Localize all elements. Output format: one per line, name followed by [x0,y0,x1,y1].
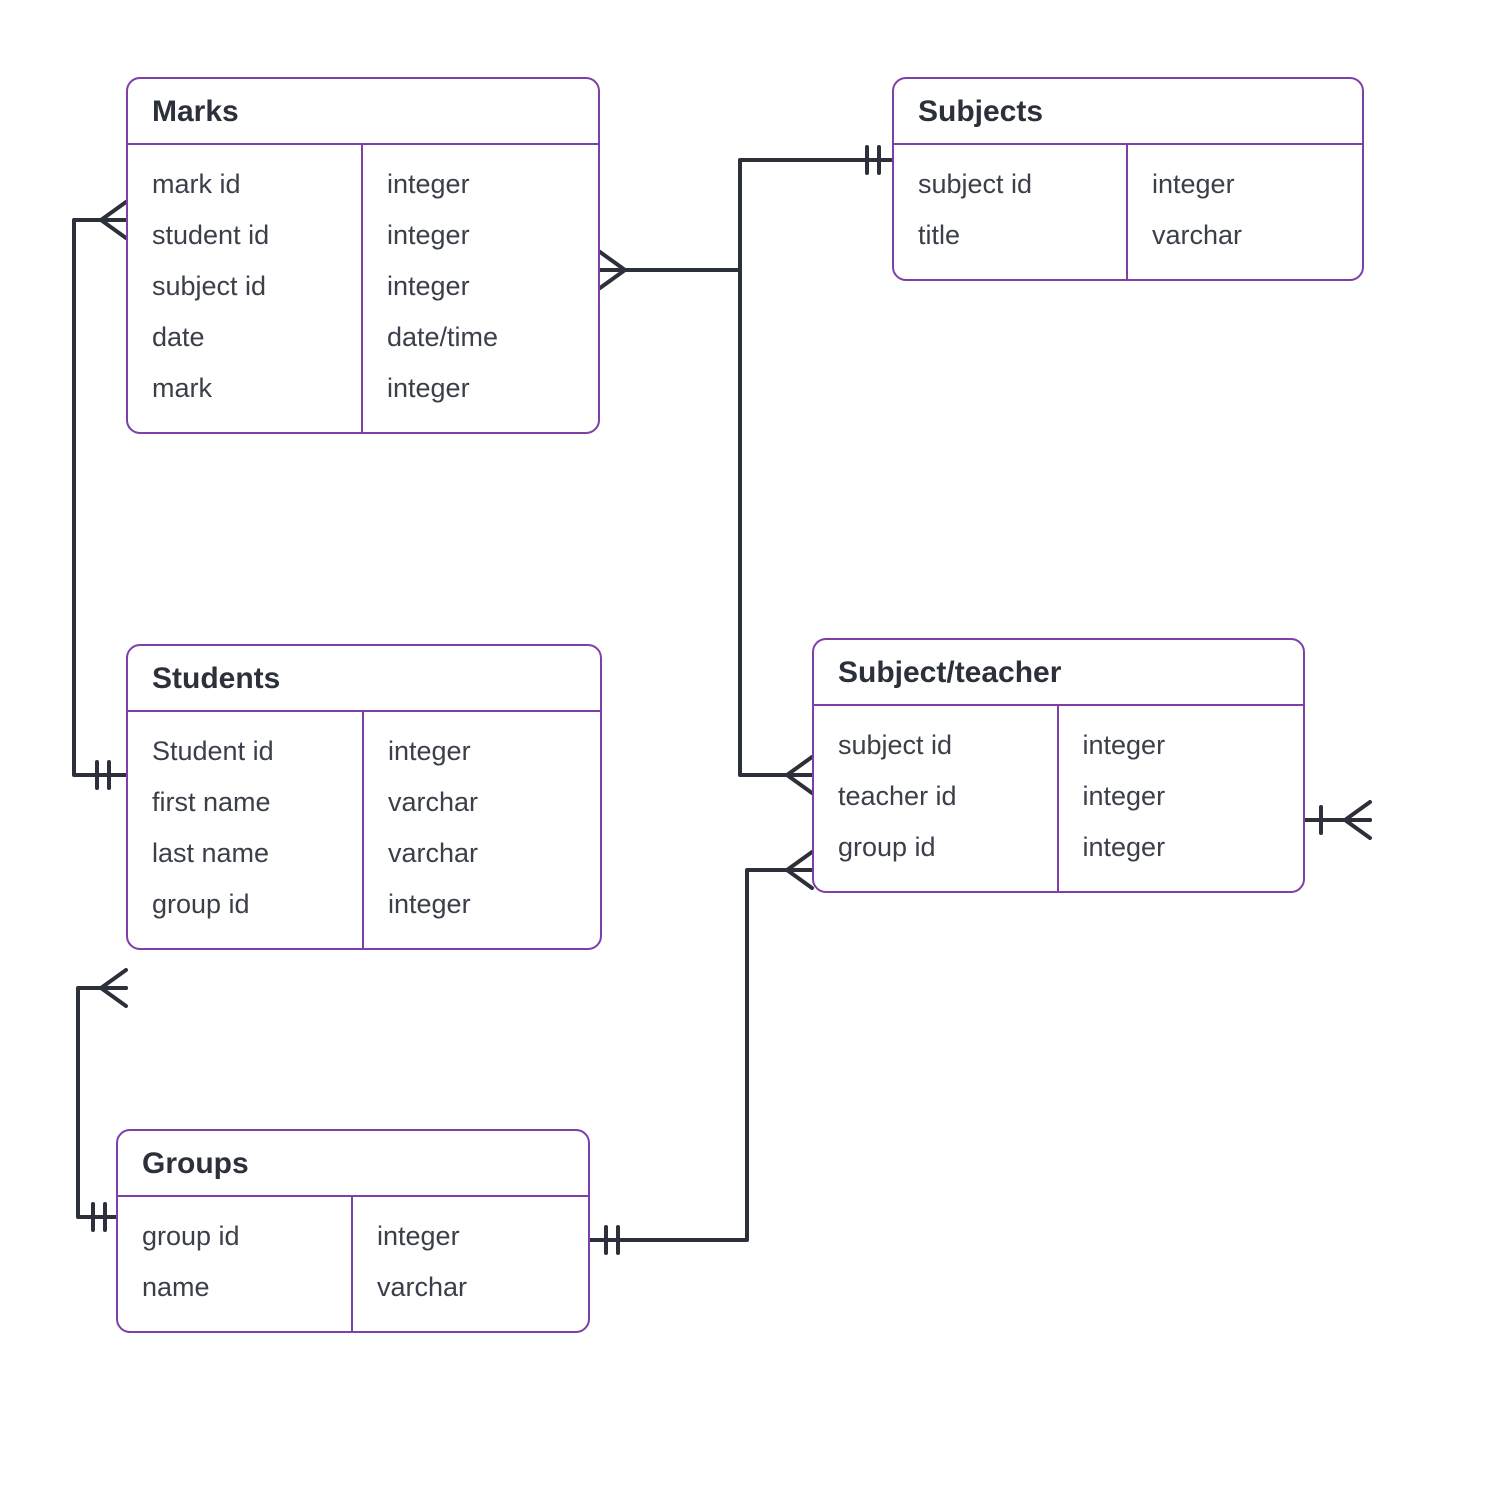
field-type: integer [383,210,578,261]
barbar-groups-left [93,1204,105,1230]
edge-marks-students [74,220,126,775]
field-type: date/time [383,312,578,363]
entity-title: Subject/teacher [814,640,1303,706]
field-type: integer [1079,771,1284,822]
field-name: name [138,1262,331,1313]
edge-subjects-st [740,270,812,775]
field-name: Student id [148,726,342,777]
field-name: group id [138,1211,331,1262]
field-name: group id [148,879,342,930]
field-type: varchar [384,777,580,828]
crowfoot-st-left2 [787,852,812,888]
edge-marks-subjects [600,160,892,270]
field-name: subject id [914,159,1106,210]
entity-groups: Groups group id name integer varchar [116,1129,590,1333]
crowfoot-st-left [787,757,812,793]
field-name: date [148,312,341,363]
field-name: subject id [834,720,1037,771]
field-name: student id [148,210,341,261]
field-name: first name [148,777,342,828]
crowfoot-marks [101,202,126,238]
entity-subjects: Subjects subject id title integer varcha… [892,77,1364,281]
barbar-groups-right [606,1227,618,1253]
crowfoot-st-right [1345,802,1370,838]
field-name: teacher id [834,771,1037,822]
entity-title: Students [128,646,600,712]
entity-title: Marks [128,79,598,145]
entity-marks: Marks mark id student id subject id date… [126,77,600,434]
crowfoot-marks-right [600,252,625,288]
entity-subject-teacher: Subject/teacher subject id teacher id gr… [812,638,1305,893]
field-name: group id [834,822,1037,873]
field-type: integer [1148,159,1342,210]
field-type: integer [373,1211,568,1262]
entity-students: Students Student id first name last name… [126,644,602,950]
field-type: integer [1079,822,1284,873]
field-name: mark id [148,159,341,210]
field-type: varchar [1148,210,1342,261]
field-name: last name [148,828,342,879]
crowfoot-students [101,970,126,1006]
field-type: integer [384,726,580,777]
field-type: integer [383,363,578,414]
field-type: varchar [384,828,580,879]
barbar-subjects-left [867,147,879,173]
entity-title: Groups [118,1131,588,1197]
field-type: integer [1079,720,1284,771]
barbar-students [97,762,109,788]
entity-title: Subjects [894,79,1362,145]
er-diagram-canvas: Marks mark id student id subject id date… [0,0,1500,1500]
edge-groups-st [590,870,812,1240]
field-type: integer [383,261,578,312]
field-type: integer [383,159,578,210]
field-name: subject id [148,261,341,312]
field-name: mark [148,363,341,414]
field-type: varchar [373,1262,568,1313]
field-name: title [914,210,1106,261]
field-type: integer [384,879,580,930]
